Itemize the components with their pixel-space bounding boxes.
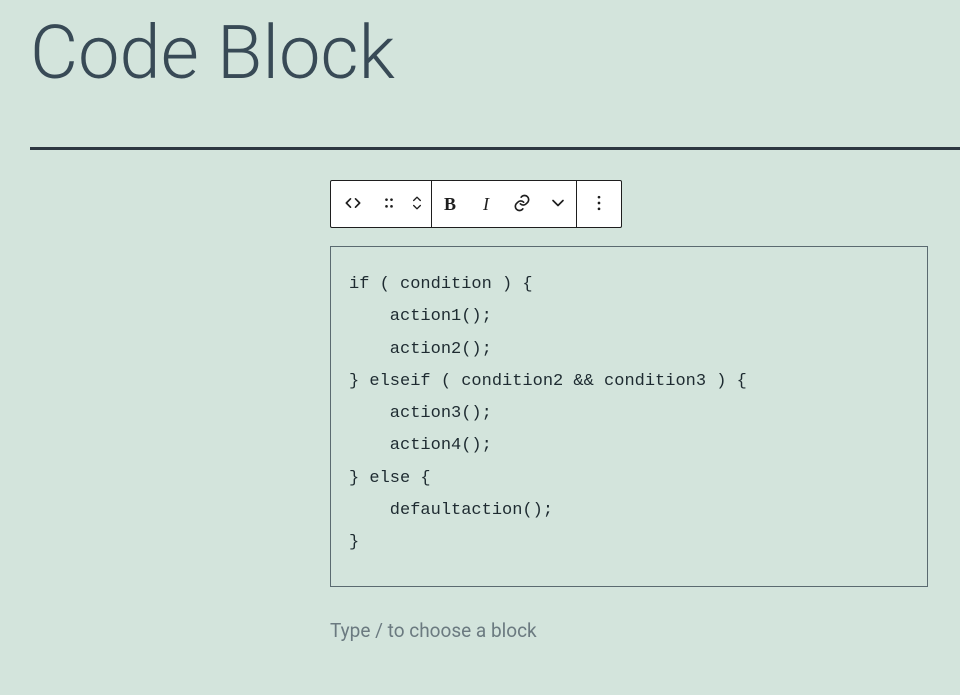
toolbar-group-options: [576, 181, 621, 227]
more-format-button[interactable]: [540, 181, 576, 227]
link-icon: [512, 193, 532, 216]
horizontal-rule: [30, 147, 960, 150]
block-type-button[interactable]: [331, 181, 375, 227]
block-appender[interactable]: Type / to choose a block: [330, 619, 928, 642]
code-block[interactable]: if ( condition ) { action1(); action2();…: [330, 246, 928, 587]
italic-button[interactable]: I: [468, 181, 504, 227]
toolbar-group-format: B I: [431, 181, 576, 227]
kebab-icon: [589, 193, 609, 216]
move-updown-icon: [407, 193, 427, 216]
code-icon: [343, 193, 363, 216]
toolbar-group-block: [331, 181, 431, 227]
chevron-down-icon: [548, 193, 568, 216]
options-button[interactable]: [577, 181, 621, 227]
link-button[interactable]: [504, 181, 540, 227]
code-content[interactable]: if ( condition ) { action1(); action2();…: [349, 269, 909, 560]
editor-area: B I: [330, 180, 928, 642]
drag-handle-icon: [379, 193, 399, 216]
block-toolbar: B I: [330, 180, 622, 228]
move-updown-button[interactable]: [403, 181, 431, 227]
page-title: Code Block: [0, 0, 960, 97]
drag-handle-button[interactable]: [375, 181, 403, 227]
bold-button[interactable]: B: [432, 181, 468, 227]
